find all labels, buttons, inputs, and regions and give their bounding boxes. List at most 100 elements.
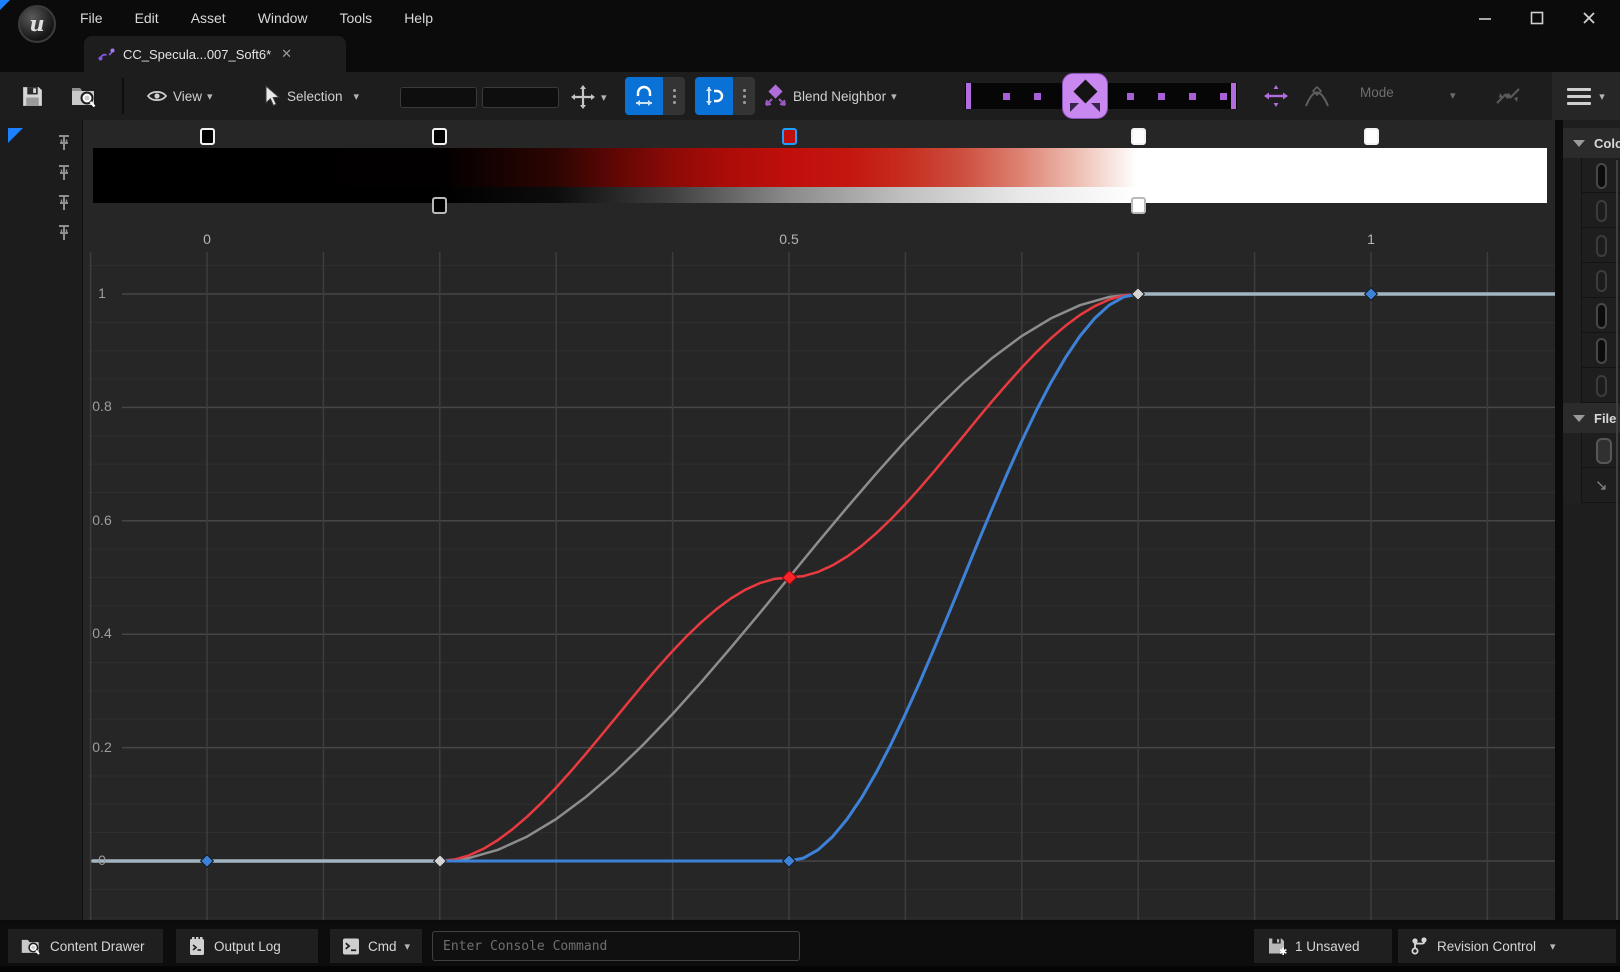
snap-time-options-menu[interactable] bbox=[663, 77, 685, 115]
toggle-pill[interactable] bbox=[1596, 270, 1607, 292]
chevron-down-icon: ▾ bbox=[601, 91, 607, 104]
snap-value-options-menu[interactable] bbox=[733, 77, 755, 115]
content-drawer-button[interactable]: Content Drawer bbox=[8, 929, 163, 963]
row-label-cell bbox=[1563, 263, 1582, 298]
sidebar-row[interactable] bbox=[1563, 298, 1620, 333]
toggle-pill[interactable] bbox=[1596, 200, 1607, 222]
toggle-pill[interactable] bbox=[1596, 163, 1607, 189]
sidebar-row[interactable] bbox=[1563, 228, 1620, 263]
sidebar-row[interactable] bbox=[1563, 263, 1620, 298]
chevron-down-icon: ▾ bbox=[1599, 90, 1605, 103]
mode-dropdown[interactable]: Mode bbox=[1360, 85, 1394, 100]
output-log-icon bbox=[188, 936, 206, 956]
sidebar-section-color[interactable]: Color bbox=[1563, 128, 1620, 158]
chevron-down-icon: ▾ bbox=[207, 90, 213, 103]
save-button[interactable] bbox=[20, 84, 45, 109]
break-tangents-button[interactable] bbox=[1493, 84, 1523, 115]
section-collapse-icon bbox=[1573, 140, 1585, 147]
curve-asset-icon bbox=[98, 46, 115, 63]
snap-value-toggle[interactable] bbox=[695, 77, 733, 115]
row-label-cell bbox=[1563, 193, 1582, 228]
toggle-pill[interactable] bbox=[1596, 338, 1607, 364]
close-button[interactable] bbox=[1576, 6, 1602, 30]
sidebar-row[interactable] bbox=[1563, 433, 1620, 468]
row-label-cell bbox=[1563, 468, 1582, 503]
toolbar-overflow-menu[interactable]: ▾ bbox=[1552, 72, 1620, 120]
content-drawer-label: Content Drawer bbox=[50, 939, 145, 954]
snap-value-icon bbox=[702, 83, 726, 109]
menu-file[interactable]: File bbox=[64, 0, 119, 36]
maximize-button[interactable] bbox=[1524, 6, 1550, 30]
folder-search-icon bbox=[70, 83, 98, 109]
curve-editor-toolbar: View ▾ Selection ▾ ▾ bbox=[0, 72, 1620, 120]
revision-control-button[interactable]: Revision Control ▾ bbox=[1398, 929, 1616, 963]
blend-neighbor-icon bbox=[762, 83, 788, 109]
tab-asset[interactable]: CC_Specula...007_Soft6* ✕ bbox=[84, 36, 346, 72]
toggle-pill[interactable] bbox=[1596, 375, 1607, 397]
unreal-logo[interactable]: u bbox=[18, 5, 56, 43]
status-bar: Content Drawer Output Log Cmd ▾ ✱ 1 Unsa… bbox=[0, 925, 1620, 966]
hamburger-icon bbox=[1567, 84, 1591, 109]
blend-slider-handle[interactable] bbox=[1062, 73, 1108, 119]
output-log-button[interactable]: Output Log bbox=[176, 929, 318, 963]
mode-label: Mode bbox=[1360, 85, 1394, 100]
sidebar-row[interactable] bbox=[1563, 333, 1620, 368]
maximize-icon bbox=[1530, 11, 1544, 25]
tab-title: CC_Specula...007_Soft6* bbox=[123, 47, 271, 62]
tab-close-icon[interactable]: ✕ bbox=[281, 46, 292, 62]
sidebar-row[interactable]: ↘ bbox=[1563, 468, 1620, 503]
x-axis-tick-label: 0.5 bbox=[769, 231, 809, 247]
sidebar-section-file[interactable]: File bbox=[1563, 403, 1620, 433]
browse-to-asset-button[interactable] bbox=[70, 83, 98, 109]
slider-right-cap bbox=[1231, 83, 1236, 109]
console-command-input[interactable] bbox=[432, 931, 800, 961]
sidebar-row[interactable] bbox=[1563, 368, 1620, 403]
selection-dropdown[interactable]: Selection ▾ bbox=[260, 84, 359, 108]
axis-snap-button[interactable] bbox=[1262, 83, 1290, 114]
toggle-pill[interactable] bbox=[1596, 235, 1607, 257]
row-label-cell bbox=[1563, 158, 1582, 193]
view-label: View bbox=[173, 89, 202, 104]
sidebar-row[interactable] bbox=[1563, 158, 1620, 193]
menu-help[interactable]: Help bbox=[388, 0, 449, 36]
slider-tick bbox=[1220, 93, 1227, 100]
blend-neighbor-dropdown[interactable]: Blend Neighbor ▾ bbox=[762, 83, 897, 109]
sidebar-scrollbar[interactable] bbox=[1616, 160, 1618, 920]
cmd-dropdown[interactable]: Cmd ▾ bbox=[330, 929, 422, 963]
key-value-input[interactable] bbox=[482, 87, 559, 108]
broken-tangent-icon bbox=[1493, 84, 1523, 110]
purple-move-arrows-icon bbox=[1262, 83, 1290, 109]
toggle-pill[interactable] bbox=[1596, 438, 1612, 464]
view-dropdown[interactable]: View ▾ bbox=[146, 85, 213, 107]
minimize-button[interactable] bbox=[1472, 6, 1498, 30]
menu-window[interactable]: Window bbox=[242, 0, 324, 36]
title-bar: FileEditAssetWindowToolsHelp bbox=[0, 0, 1620, 36]
revision-control-icon bbox=[1410, 936, 1429, 956]
snap-time-toggle[interactable] bbox=[625, 77, 663, 115]
menu-asset[interactable]: Asset bbox=[175, 0, 242, 36]
key-time-input[interactable] bbox=[400, 87, 477, 108]
toggle-pill[interactable] bbox=[1596, 303, 1607, 329]
expand-arrow-icon[interactable]: ↘ bbox=[1595, 476, 1608, 494]
chevron-down-icon: ▾ bbox=[1550, 940, 1556, 953]
y-axis-tick-label: 1 bbox=[88, 285, 116, 301]
sidebar-row[interactable] bbox=[1563, 193, 1620, 228]
mode-chevron-icon[interactable]: ▾ bbox=[1450, 89, 1456, 102]
window-focus-indicator bbox=[0, 0, 10, 10]
row-label-cell bbox=[1563, 368, 1582, 403]
output-log-label: Output Log bbox=[214, 939, 281, 954]
tab-bar: CC_Specula...007_Soft6* ✕ bbox=[0, 36, 1620, 72]
menu-tools[interactable]: Tools bbox=[324, 0, 389, 36]
slider-tick bbox=[1127, 93, 1134, 100]
menu-edit[interactable]: Edit bbox=[119, 0, 175, 36]
minimize-icon bbox=[1478, 11, 1492, 25]
unsaved-button[interactable]: ✱ 1 Unsaved bbox=[1254, 929, 1392, 963]
blend-falloff-slider[interactable] bbox=[965, 83, 1237, 109]
slider-tick bbox=[1189, 93, 1196, 100]
slider-tick bbox=[1003, 93, 1010, 100]
unsaved-label: 1 Unsaved bbox=[1295, 939, 1360, 954]
transform-tool-dropdown[interactable]: ▾ bbox=[570, 84, 607, 110]
close-icon bbox=[1582, 11, 1596, 25]
tangent-mode-button[interactable] bbox=[1303, 85, 1331, 114]
cmd-terminal-icon bbox=[342, 937, 360, 956]
